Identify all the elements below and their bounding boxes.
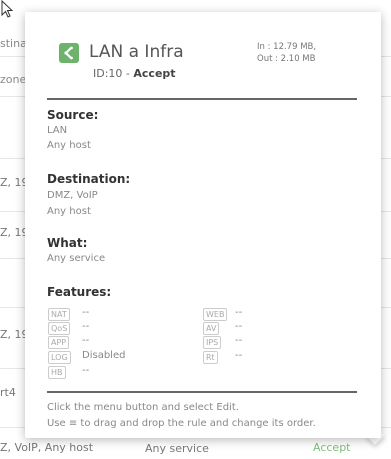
feature-value-rt: -- xyxy=(235,350,243,361)
destination-zone: DMZ, VoIP xyxy=(47,190,98,201)
feature-value-av: -- xyxy=(235,321,243,332)
feature-value-nat: -- xyxy=(82,307,90,318)
feature-value-web: -- xyxy=(235,307,243,318)
share-icon xyxy=(59,43,79,63)
features-heading: Features: xyxy=(47,285,112,299)
feature-tag-qos: QoS xyxy=(48,322,71,335)
feature-value-qos: -- xyxy=(82,321,90,332)
source-heading: Source: xyxy=(47,108,99,122)
mouse-cursor-icon xyxy=(1,0,14,18)
rule-details-popup xyxy=(25,12,381,438)
feature-value-app: -- xyxy=(82,335,90,346)
traffic-summary: In : 12.79 MB, Out : 2.10 MB xyxy=(257,41,316,65)
feature-tag-rt: Rt xyxy=(203,351,218,364)
footer-separator xyxy=(47,391,357,393)
feature-tag-ips: IPS xyxy=(203,336,222,349)
source-host: Any host xyxy=(47,140,91,151)
destination-host: Any host xyxy=(47,206,91,217)
feature-tag-hb: HB xyxy=(48,366,66,379)
table-header-destination: stina xyxy=(0,37,27,50)
what-service: Any service xyxy=(47,253,106,264)
source-zone: LAN xyxy=(47,125,68,136)
feature-tag-web: WEB xyxy=(203,308,228,321)
help-text-edit: Click the menu button and select Edit. xyxy=(47,402,239,413)
table-row-service[interactable]: Any service xyxy=(145,442,209,455)
rule-status: Accept xyxy=(133,67,176,80)
what-heading: What: xyxy=(47,236,88,250)
feature-tag-av: AV xyxy=(203,322,220,335)
help-text-reorder: Use ≡ to drag and drop the rule and chan… xyxy=(47,418,316,429)
feature-tag-nat: NAT xyxy=(48,308,70,321)
rule-id-status: ID:10 - Accept xyxy=(93,67,176,80)
traffic-in: In : 12.79 MB, xyxy=(257,42,317,52)
traffic-out: Out : 2.10 MB xyxy=(257,54,316,64)
rule-name: LAN a Infra xyxy=(89,42,184,62)
header-separator xyxy=(47,98,357,100)
feature-tag-log: LOG xyxy=(48,351,71,364)
feature-value-log: Disabled xyxy=(82,350,126,361)
zone-fragment: zone xyxy=(0,73,27,86)
rule-id: ID:10 - xyxy=(93,67,134,80)
destination-heading: Destination: xyxy=(47,172,131,186)
feature-value-ips: -- xyxy=(235,335,243,346)
feature-value-hb: -- xyxy=(82,365,90,376)
feature-tag-app: APP xyxy=(48,336,70,349)
table-row-action[interactable]: Accept xyxy=(313,441,351,454)
table-row[interactable]: rt4 xyxy=(0,386,16,399)
table-row-destination[interactable]: Z, VoIP, Any host xyxy=(0,441,93,454)
